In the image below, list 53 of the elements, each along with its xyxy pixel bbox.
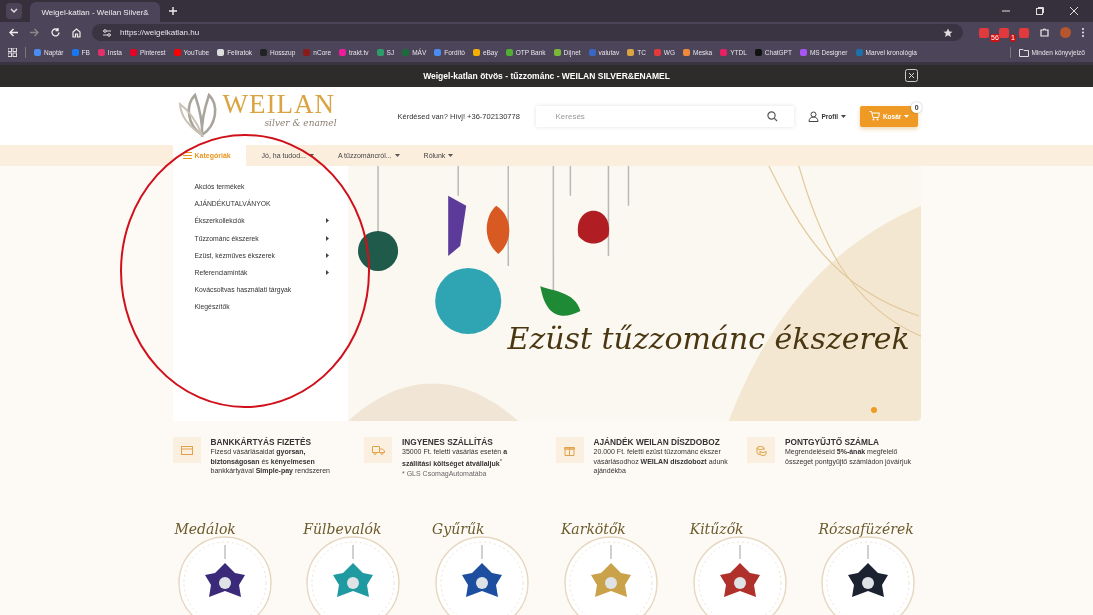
folder-icon [1018, 48, 1029, 57]
caret-icon [841, 114, 847, 118]
caret-icon [394, 154, 400, 157]
forward-icon[interactable] [29, 27, 40, 38]
submenu-arrow-icon [325, 252, 329, 258]
new-tab-icon[interactable] [168, 6, 178, 16]
search-field[interactable]: Keresés [535, 105, 794, 127]
close-icon[interactable] [905, 69, 918, 82]
cart-icon [868, 111, 880, 121]
back-icon[interactable] [8, 27, 19, 38]
apps-icon[interactable] [8, 48, 17, 57]
address-bar[interactable]: https://weigelkatlan.hu [92, 24, 963, 41]
menu-icon[interactable] [1081, 27, 1085, 38]
search-icon[interactable] [766, 110, 778, 122]
caret-icon [308, 154, 314, 157]
category-title[interactable]: Rózsafüzérek [818, 521, 914, 537]
chevron-down-icon [10, 8, 18, 14]
close-icon[interactable] [1069, 6, 1079, 16]
announcement-text: Weigel-katlan ötvös - tűzzománc - WEILAN SILVER&ENAMEL [423, 71, 670, 81]
browser-tab[interactable]: Weigel-katlan - Weilan Silver& [30, 2, 160, 22]
puzzle-icon[interactable] [1039, 27, 1050, 38]
submenu-arrow-icon [325, 235, 329, 241]
tab-title: Weigel-katlan - Weilan Silver& [41, 7, 149, 17]
url-text: https://weigelkatlan.hu [120, 28, 200, 37]
hero-title: Ezüst tűzzománc ékszerek [507, 321, 910, 356]
reload-icon[interactable] [50, 27, 61, 38]
category-title[interactable]: Medálok [174, 521, 236, 537]
feature-title: INGYENES SZÁLLÍTÁS [402, 437, 494, 447]
star-icon[interactable] [943, 27, 953, 38]
logo-tagline: silver & enamel [264, 118, 337, 128]
user-icon [807, 110, 819, 122]
carousel-dot[interactable] [870, 407, 877, 413]
home-icon[interactable] [71, 27, 82, 38]
category-title[interactable]: Fülbevalók [303, 521, 382, 537]
feature-title: BANKKÁRTYÁS FIZETÉS [210, 437, 312, 447]
feature-title: PONTGYŰJTŐ SZÁMLA [785, 437, 881, 447]
site-settings-icon[interactable] [102, 27, 112, 38]
caret-icon [904, 114, 910, 118]
feature-title: AJÁNDÉK WEILAN DÍSZDOBOZ [593, 437, 721, 447]
submenu-arrow-icon [325, 269, 329, 275]
gift-icon [564, 444, 575, 456]
coins-icon [755, 444, 767, 456]
logo-wordmark: WEILAN [222, 90, 336, 118]
category-title[interactable]: Karkötők [560, 521, 626, 537]
truck-icon [371, 445, 385, 455]
menu-icon [182, 152, 192, 159]
restore-icon[interactable] [1035, 6, 1045, 16]
tab-list-button[interactable] [6, 3, 22, 19]
credit-card-icon [180, 445, 193, 455]
caret-icon [448, 154, 454, 157]
category-title[interactable]: Gyűrűk [432, 521, 485, 537]
category-title[interactable]: Kitűzők [689, 521, 744, 537]
submenu-arrow-icon [325, 218, 329, 224]
